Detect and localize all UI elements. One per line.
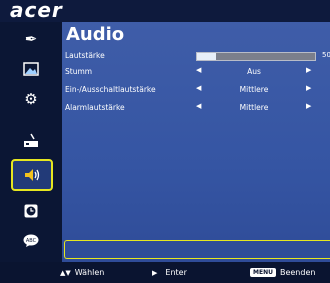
arrow-right-icon[interactable]: ▶ (306, 102, 311, 110)
setting-label: Alarmlautstärke (65, 103, 125, 112)
setting-label: Stumm (65, 67, 93, 76)
volume-slider-fill (197, 53, 216, 60)
image-icon (23, 62, 39, 76)
language-badge: ABC (26, 238, 37, 244)
hint-exit-label: Beenden (279, 268, 316, 277)
page-title: Audio (66, 24, 125, 45)
setting-value: Aus (247, 67, 261, 76)
sidebar: ✒ ⚙ ABC (0, 22, 62, 262)
sidebar-item-audio[interactable] (11, 159, 53, 191)
management-icon: ⚙ (24, 90, 38, 108)
setting-row-mute[interactable]: Stumm ◀ Aus ▶ (62, 66, 330, 79)
hint-enter: ▶ Enter (152, 268, 187, 277)
up-down-arrow-icon: ▲▼ (60, 268, 71, 277)
hint-enter-label: Enter (165, 268, 187, 277)
right-arrow-icon: ▶ (152, 268, 158, 277)
timer-icon (24, 204, 38, 218)
audio-icon (25, 169, 40, 181)
setting-label: Ein-/Ausschaltlautstärke (65, 85, 156, 94)
hint-exit: MENU Beenden (250, 268, 315, 277)
volume-value: 50 (322, 51, 330, 59)
message-box (64, 240, 330, 259)
arrow-right-icon[interactable]: ▶ (306, 84, 311, 92)
language-icon: ABC (23, 234, 39, 247)
setting-row-power-volume[interactable]: Ein-/Ausschaltlautstärke ◀ Mittlere ▶ (62, 84, 330, 97)
audio-panel: Audio Lautstärke 50 Stumm ◀ Aus ▶ Ein-/A… (62, 22, 330, 262)
setting-row-alarm-volume[interactable]: Alarmlautstärke ◀ Mittlere ▶ (62, 102, 330, 115)
sidebar-item-timer[interactable] (18, 200, 44, 222)
setting-value: Mittlere (239, 85, 269, 94)
setting-row-volume[interactable]: Lautstärke 50 (62, 50, 330, 63)
hint-select-label: Wählen (74, 268, 105, 277)
volume-slider[interactable] (196, 52, 316, 61)
menu-key-icon: MENU (250, 268, 276, 277)
setting-label: Lautstärke (65, 51, 105, 60)
sidebar-item-projector[interactable] (18, 130, 44, 152)
projector-settings-icon (24, 133, 38, 147)
arrow-right-icon[interactable]: ▶ (306, 66, 311, 74)
setting-value: Mittlere (239, 103, 269, 112)
sidebar-item-language[interactable]: ABC (18, 230, 44, 252)
sidebar-item-color[interactable]: ✒ (18, 28, 44, 50)
top-bar: acer (0, 0, 330, 22)
sidebar-item-management[interactable]: ⚙ (18, 88, 44, 110)
arrow-left-icon[interactable]: ◀ (196, 84, 201, 92)
arrow-left-icon[interactable]: ◀ (196, 102, 201, 110)
color-settings-icon: ✒ (24, 30, 38, 48)
sidebar-item-image[interactable] (18, 58, 44, 80)
hint-select: ▲▼ Wählen (60, 268, 104, 277)
acer-logo: acer (10, 0, 63, 22)
arrow-left-icon[interactable]: ◀ (196, 66, 201, 74)
footer-hints: ▲▼ Wählen ▶ Enter MENU Beenden (0, 262, 330, 283)
